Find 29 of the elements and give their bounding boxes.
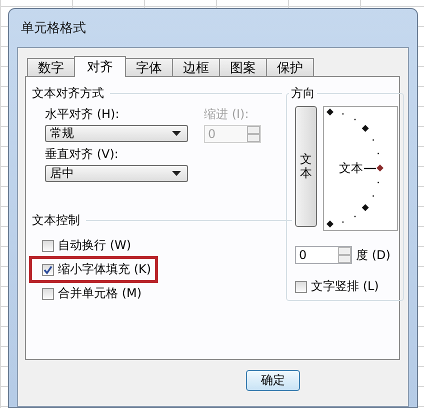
field-label: 垂直对齐 (V): — [45, 146, 120, 163]
group-title: 文本对齐方式 — [32, 85, 282, 102]
checkbox-label: 缩小字体填充 (K) — [58, 261, 152, 278]
orientation-label: 文本 — [339, 160, 363, 177]
tab[interactable]: 字体 — [125, 58, 173, 76]
field-label: 缩进 (I): — [204, 106, 250, 123]
checkbox[interactable] — [295, 280, 307, 292]
ok-button[interactable]: 确定 — [246, 370, 300, 391]
dropdown[interactable]: 常规 — [45, 125, 188, 142]
field-label: 度 (D) — [356, 246, 390, 264]
tab[interactable]: 对齐 — [74, 56, 126, 77]
checkbox-label: 合并单元格 (M) — [58, 285, 142, 302]
group-title: 文本控制 — [32, 212, 292, 229]
tab[interactable]: 图案 — [219, 58, 267, 76]
window-title: 单元格格式 — [20, 20, 87, 38]
tab[interactable]: 数字 — [27, 58, 75, 76]
caret-icon — [172, 131, 181, 136]
checkbox[interactable] — [42, 264, 54, 276]
spin-field[interactable]: 0 — [295, 246, 352, 264]
field-label: 水平对齐 (H): — [45, 106, 120, 123]
vertical-text-button[interactable]: 文本 — [295, 106, 317, 227]
dropdown[interactable]: 居中 — [45, 165, 188, 182]
caret-icon — [172, 171, 181, 176]
checkbox[interactable] — [42, 288, 54, 300]
checkbox[interactable] — [42, 240, 54, 252]
checkbox-label: 自动换行 (W) — [58, 237, 132, 254]
tab[interactable]: 保护 — [266, 58, 314, 76]
checkbox-label: 文字竖排 (L) — [311, 278, 379, 295]
tab[interactable]: 边框 — [172, 58, 220, 76]
